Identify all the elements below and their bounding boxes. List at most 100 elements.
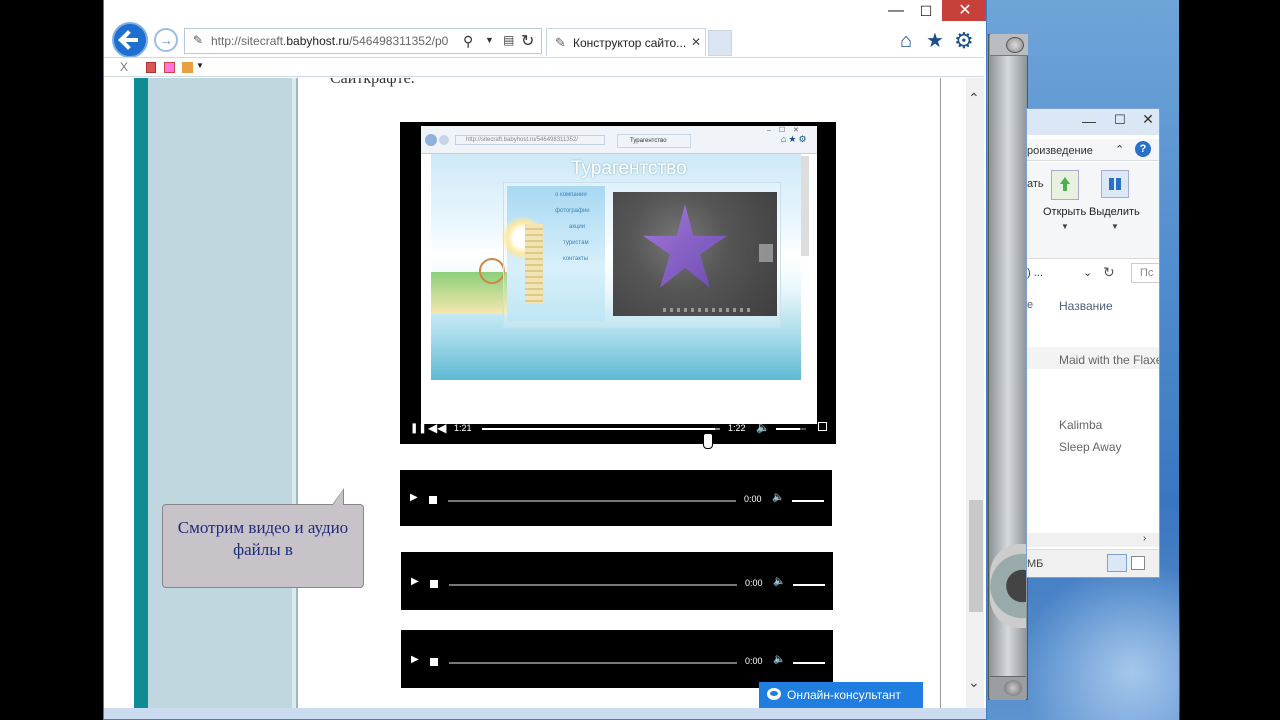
gear-icon[interactable]: ⚙ (954, 28, 974, 54)
volume-icon[interactable]: 🔈 (756, 421, 770, 434)
play-icon[interactable]: ▶ (411, 654, 419, 665)
scroll-right-icon[interactable]: › (1143, 533, 1146, 544)
address-dropdown-icon[interactable]: ⌄ (1083, 266, 1092, 279)
rewind-icon[interactable]: ◀◀ (428, 421, 446, 435)
explorer-close-button[interactable]: ✕ (1137, 111, 1159, 129)
page-content: Сайткрафте. http://sitecraft.babyhost.ru… (104, 78, 966, 708)
audio-volume-slider[interactable] (793, 662, 825, 664)
online-consultant-button[interactable]: Онлайн-консультант (759, 682, 923, 708)
close-button[interactable]: ✕ (942, 0, 986, 21)
select-button[interactable]: Выделить (1089, 206, 1140, 218)
column-headers: е Название (1027, 295, 1159, 315)
video-volume-fill (776, 428, 800, 430)
open-button[interactable]: Открыть (1043, 206, 1086, 218)
compatibility-icon[interactable]: ▤ (503, 33, 514, 47)
select-icon[interactable] (1101, 170, 1129, 198)
details-view-icon[interactable] (1107, 554, 1127, 572)
list-item-selected[interactable]: Maid with the Flaxen Hair (1027, 347, 1159, 369)
video-player[interactable]: http://sitecraft.babyhost.ru/54649831135… (400, 122, 836, 444)
video-site-menu: о компании фотографии акции туристам кон… (501, 186, 605, 322)
volume-icon[interactable]: 🔈 (773, 654, 785, 665)
open-icon[interactable] (1051, 170, 1079, 200)
column-header-name[interactable]: Название (1059, 299, 1113, 313)
fullscreen-icon[interactable] (818, 422, 827, 431)
window-bottom-border (104, 708, 986, 719)
sidebar-stripe (134, 78, 148, 708)
stop-icon[interactable] (429, 496, 437, 504)
audio-player[interactable]: ▶ 0:00 🔈 (401, 630, 833, 688)
help-icon[interactable]: ? (1135, 141, 1151, 157)
horizontal-scrollbar[interactable]: › (1027, 533, 1159, 547)
list-item[interactable]: Sleep Away (1059, 440, 1122, 454)
column-header-partial[interactable]: е (1027, 299, 1033, 311)
scroll-down-icon[interactable]: ⌄ (968, 674, 980, 691)
audio-progress-bar[interactable] (448, 500, 736, 502)
favorites-icon[interactable]: ★ (926, 28, 944, 53)
tower-illustration (525, 224, 543, 304)
audio-player[interactable]: ▶ 0:00 🔈 (400, 470, 832, 526)
back-button[interactable] (112, 22, 148, 58)
refresh-icon[interactable]: ↻ (521, 31, 534, 51)
explorer-search-input[interactable]: Пс (1131, 263, 1159, 283)
volume-icon[interactable]: 🔈 (772, 492, 784, 503)
stop-icon[interactable] (430, 658, 438, 666)
addon-icon[interactable] (182, 62, 193, 73)
forward-button[interactable]: → (154, 28, 178, 52)
volume-icon[interactable]: 🔈 (773, 576, 785, 587)
list-item[interactable]: Kalimba (1059, 418, 1102, 432)
new-tab-button[interactable] (708, 30, 732, 56)
chevron-down-icon[interactable]: ▼ (485, 35, 494, 45)
audio-player[interactable]: ▶ 0:00 🔈 (401, 552, 833, 610)
chevron-down-icon[interactable]: ▼ (196, 61, 204, 70)
scrollbar-thumb[interactable] (969, 500, 983, 612)
menu-item: туристам (563, 240, 589, 246)
audio-volume-slider[interactable] (792, 500, 824, 502)
explorer-minimize-button[interactable]: — (1079, 113, 1099, 129)
audio-progress-bar[interactable] (449, 662, 737, 664)
chevron-down-icon[interactable]: ▼ (1111, 222, 1119, 231)
addon-icon[interactable] (146, 62, 156, 73)
tab-close-icon[interactable]: ✕ (691, 35, 701, 49)
pause-icon[interactable]: ❚❚ (410, 423, 427, 434)
media-player-dial[interactable] (990, 544, 1026, 628)
play-icon[interactable]: ▶ (410, 492, 418, 503)
audio-time: 0:00 (745, 578, 763, 588)
address-text: ) ... (1027, 267, 1043, 279)
video-forward-icon (439, 135, 449, 145)
url-path: /546498311352/p0 (349, 34, 449, 48)
video-volume-slider[interactable] (776, 428, 806, 430)
chat-icon (767, 688, 781, 700)
addon-icon[interactable] (164, 62, 175, 73)
vertical-scrollbar[interactable]: ⌃ ⌄ (966, 78, 984, 708)
explorer-address-bar[interactable]: ) ... ⌄ ↻ Пс (1027, 261, 1159, 287)
refresh-icon[interactable]: ↻ (1103, 264, 1115, 281)
browser-toolbar: — ☐ ✕ → ✎ http://sitecraft.babyhost.ru/5… (104, 0, 986, 78)
browser-tab[interactable]: ✎ Конструктор сайто... ✕ (546, 28, 706, 56)
command-bar: X ▼ (104, 57, 984, 77)
chevron-down-icon[interactable]: ▼ (1061, 222, 1069, 231)
video-window-controls: – ☐ ✕ (767, 127, 802, 134)
large-icons-view-icon[interactable] (1131, 556, 1145, 570)
audio-progress-bar[interactable] (449, 584, 737, 586)
audio-volume-slider[interactable] (793, 584, 825, 586)
file-explorer-window: — ☐ ✕ роизведение ⌃ ? ать Открыть ▼ Выде… (1026, 108, 1160, 578)
tab-title: Конструктор сайто... (573, 36, 687, 50)
home-icon[interactable]: ⌂ (900, 30, 912, 53)
search-icon[interactable]: ⚲ (463, 33, 473, 50)
close-bar-icon[interactable]: X (120, 60, 128, 74)
explorer-maximize-button[interactable]: ☐ (1111, 112, 1129, 128)
video-progress-fill (482, 428, 716, 430)
media-player-button[interactable] (1006, 37, 1024, 53)
address-bar[interactable]: ✎ http://sitecraft.babyhost.ru/546498311… (184, 28, 542, 54)
maximize-button[interactable]: ☐ (912, 0, 940, 22)
video-toolbar-icons: ⌂★⚙ (781, 134, 809, 144)
stop-icon[interactable] (430, 580, 438, 588)
tab-play[interactable]: роизведение (1027, 145, 1093, 157)
play-icon[interactable]: ▶ (411, 576, 419, 587)
url-text[interactable]: http://sitecraft.babyhost.ru/54649831135… (211, 34, 461, 48)
scroll-up-icon[interactable]: ⌃ (968, 90, 980, 107)
minimize-button[interactable]: — (882, 0, 910, 22)
video-progress-bar[interactable] (482, 428, 720, 430)
media-player-bottom-button[interactable] (1004, 680, 1022, 696)
ribbon-collapse-icon[interactable]: ⌃ (1115, 143, 1124, 156)
